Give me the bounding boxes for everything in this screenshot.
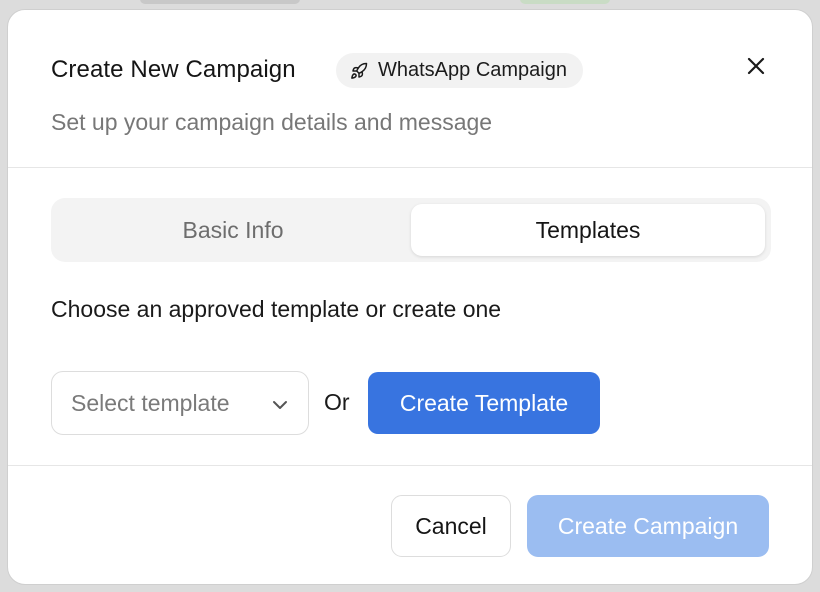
chevron-down-icon <box>270 394 290 421</box>
create-campaign-dialog: Create New Campaign WhatsApp Campaign Se… <box>7 9 813 585</box>
close-button[interactable] <box>741 53 771 83</box>
tab-templates[interactable]: Templates <box>411 204 765 256</box>
tab-basic-info[interactable]: Basic Info <box>57 204 409 256</box>
template-select[interactable]: Select template <box>51 371 309 435</box>
create-template-button[interactable]: Create Template <box>368 372 600 434</box>
rocket-icon <box>350 62 368 80</box>
cancel-button[interactable]: Cancel <box>391 495 511 557</box>
badge-label: WhatsApp Campaign <box>378 59 567 81</box>
backdrop-shape <box>140 0 300 4</box>
dialog-title: Create New Campaign <box>51 56 296 83</box>
dialog-subtitle: Set up your campaign details and message <box>51 109 493 135</box>
template-instruction: Choose an approved template or create on… <box>51 296 502 322</box>
tab-bar: Basic Info Templates <box>51 198 771 262</box>
dialog-footer: Cancel Create Campaign <box>8 465 812 584</box>
or-separator: Or <box>324 389 350 415</box>
create-campaign-button[interactable]: Create Campaign <box>527 495 769 557</box>
close-icon <box>746 56 766 81</box>
select-placeholder: Select template <box>71 389 230 416</box>
dialog-header: Create New Campaign WhatsApp Campaign Se… <box>8 10 812 168</box>
backdrop-shape <box>520 0 610 4</box>
campaign-type-badge: WhatsApp Campaign <box>336 53 583 88</box>
